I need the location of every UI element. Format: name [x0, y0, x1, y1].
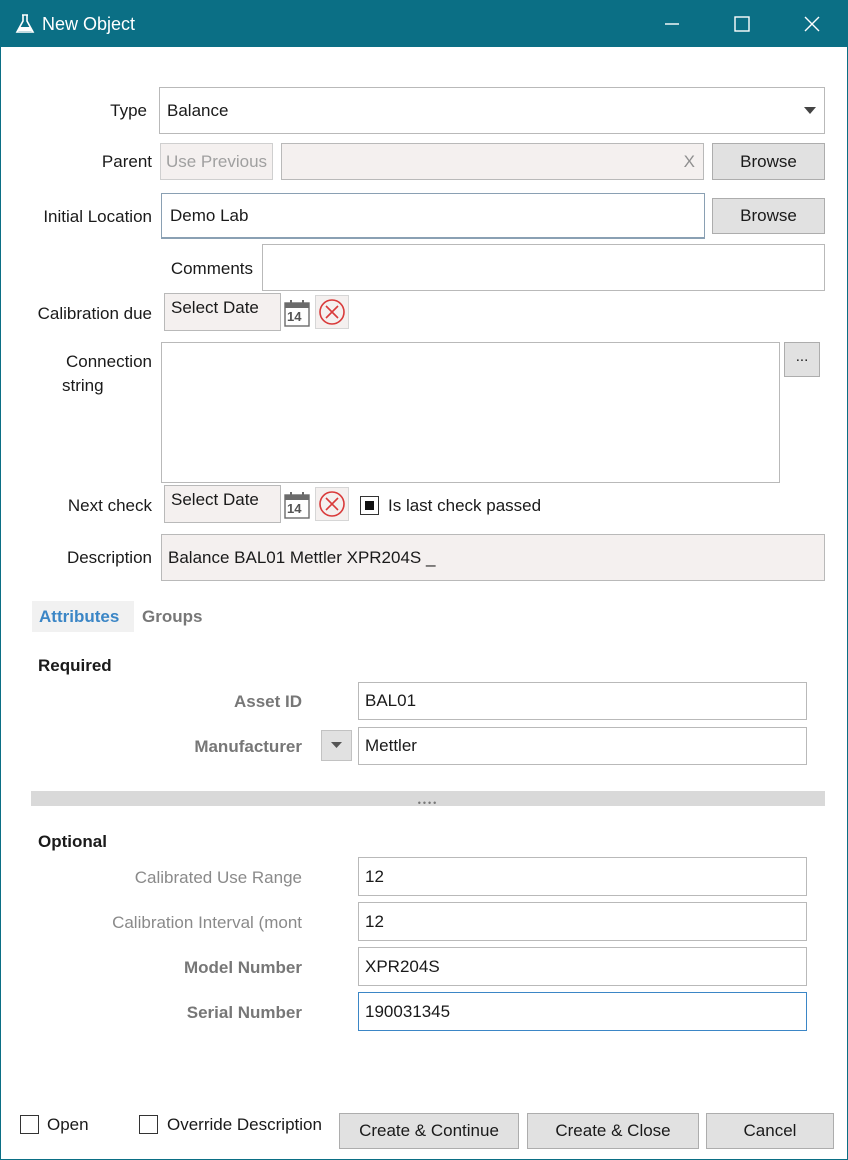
- override-description-label: Override Description: [167, 1115, 322, 1134]
- clear-circle-icon: [319, 491, 345, 517]
- checkbox-fill-icon: [365, 501, 374, 510]
- comments-label: Comments: [170, 259, 253, 278]
- calibration-interval-input[interactable]: 12: [358, 902, 807, 941]
- calibration-due-clear-button[interactable]: [315, 295, 349, 329]
- comments-input[interactable]: [262, 244, 825, 291]
- connection-string-label-1: Connection: [65, 352, 152, 371]
- optional-heading: Optional: [38, 832, 107, 851]
- serial-number-input[interactable]: 190031345: [358, 992, 807, 1031]
- parent-field[interactable]: X: [281, 143, 704, 180]
- chevron-down-icon: [804, 107, 816, 114]
- type-label: Type: [110, 101, 147, 120]
- tab-attributes[interactable]: Attributes: [32, 601, 134, 632]
- calibrated-use-range-value: 12: [365, 866, 384, 886]
- minimize-icon: [665, 23, 679, 25]
- next-check-label: Next check: [67, 496, 152, 515]
- manufacturer-input[interactable]: Mettler: [358, 727, 807, 765]
- splitter-grip-icon: ••••: [417, 798, 439, 808]
- description-value: Balance BAL01 Mettler XPR204S _: [168, 547, 436, 567]
- model-number-input[interactable]: XPR204S: [358, 947, 807, 986]
- create-continue-button[interactable]: Create & Continue: [339, 1113, 519, 1149]
- calibration-due-date-field[interactable]: Select Date: [164, 293, 281, 331]
- chevron-down-icon: [331, 742, 342, 748]
- manufacturer-dropdown-button[interactable]: [321, 730, 352, 761]
- next-check-calendar-button[interactable]: 14: [283, 490, 311, 520]
- tab-attributes-label: Attributes: [39, 607, 120, 626]
- new-object-dialog: New Object Type Balance Parent Use Previ…: [0, 0, 848, 1160]
- initial-location-input[interactable]: Demo Lab: [161, 193, 705, 239]
- connection-string-textarea[interactable]: [161, 342, 780, 483]
- maximize-icon: [734, 16, 750, 32]
- connection-string-label-2: string: [62, 376, 104, 395]
- title-bar[interactable]: New Object: [1, 1, 847, 47]
- serial-number-label: Serial Number: [186, 1003, 302, 1022]
- maximize-button[interactable]: [707, 1, 777, 47]
- serial-number-value: 190031345: [365, 1001, 451, 1021]
- calibrated-use-range-input[interactable]: 12: [358, 857, 807, 896]
- calibration-interval-value: 12: [365, 911, 384, 931]
- manufacturer-label: Manufacturer: [194, 737, 302, 756]
- calibration-interval-label: Calibration Interval (mont: [112, 913, 302, 932]
- calendar-day: 14: [287, 309, 302, 324]
- type-select[interactable]: Balance: [159, 87, 825, 134]
- initial-location-label: Initial Location: [43, 207, 152, 226]
- description-label: Description: [66, 548, 152, 567]
- cancel-button[interactable]: Cancel: [706, 1113, 834, 1149]
- parent-browse-button[interactable]: Browse: [712, 143, 825, 180]
- model-number-label: Model Number: [183, 958, 302, 977]
- calendar-day: 14: [287, 501, 302, 516]
- flask-icon: [15, 14, 35, 33]
- initial-location-browse-button[interactable]: Browse: [712, 198, 825, 234]
- create-close-button[interactable]: Create & Close: [527, 1113, 699, 1149]
- calibration-due-label: Calibration due: [37, 304, 152, 323]
- clear-circle-icon: [319, 299, 345, 325]
- calibrated-use-range-label: Calibrated Use Range: [134, 868, 302, 887]
- close-icon: [804, 16, 820, 32]
- type-value: Balance: [167, 100, 229, 120]
- open-label: Open: [47, 1115, 89, 1134]
- window-title: New Object: [42, 14, 136, 34]
- open-checkbox[interactable]: [20, 1115, 39, 1134]
- minimize-button[interactable]: [637, 1, 707, 47]
- asset-id-input[interactable]: BAL01: [358, 682, 807, 720]
- required-heading: Required: [38, 656, 112, 675]
- manufacturer-value: Mettler: [365, 736, 417, 755]
- calibration-due-calendar-button[interactable]: 14: [283, 298, 311, 328]
- asset-id-value: BAL01: [365, 691, 417, 710]
- description-field: Balance BAL01 Mettler XPR204S _: [161, 534, 825, 581]
- last-check-passed-label: Is last check passed: [388, 496, 542, 515]
- section-splitter[interactable]: ••••: [31, 791, 825, 808]
- next-check-date-field[interactable]: Select Date: [164, 485, 281, 523]
- parent-label: Parent: [101, 152, 152, 171]
- parent-clear-button[interactable]: X: [684, 152, 695, 172]
- use-previous-button[interactable]: Use Previous: [160, 143, 273, 180]
- last-check-passed-checkbox[interactable]: [360, 496, 379, 515]
- close-button[interactable]: [777, 1, 847, 47]
- initial-location-value: Demo Lab: [170, 205, 249, 225]
- override-description-checkbox[interactable]: [139, 1115, 158, 1134]
- tab-groups[interactable]: Groups: [142, 607, 202, 627]
- next-check-clear-button[interactable]: [315, 487, 349, 521]
- connection-string-more-button[interactable]: ...: [784, 342, 820, 377]
- asset-id-label: Asset ID: [233, 692, 302, 711]
- model-number-value: XPR204S: [365, 956, 440, 976]
